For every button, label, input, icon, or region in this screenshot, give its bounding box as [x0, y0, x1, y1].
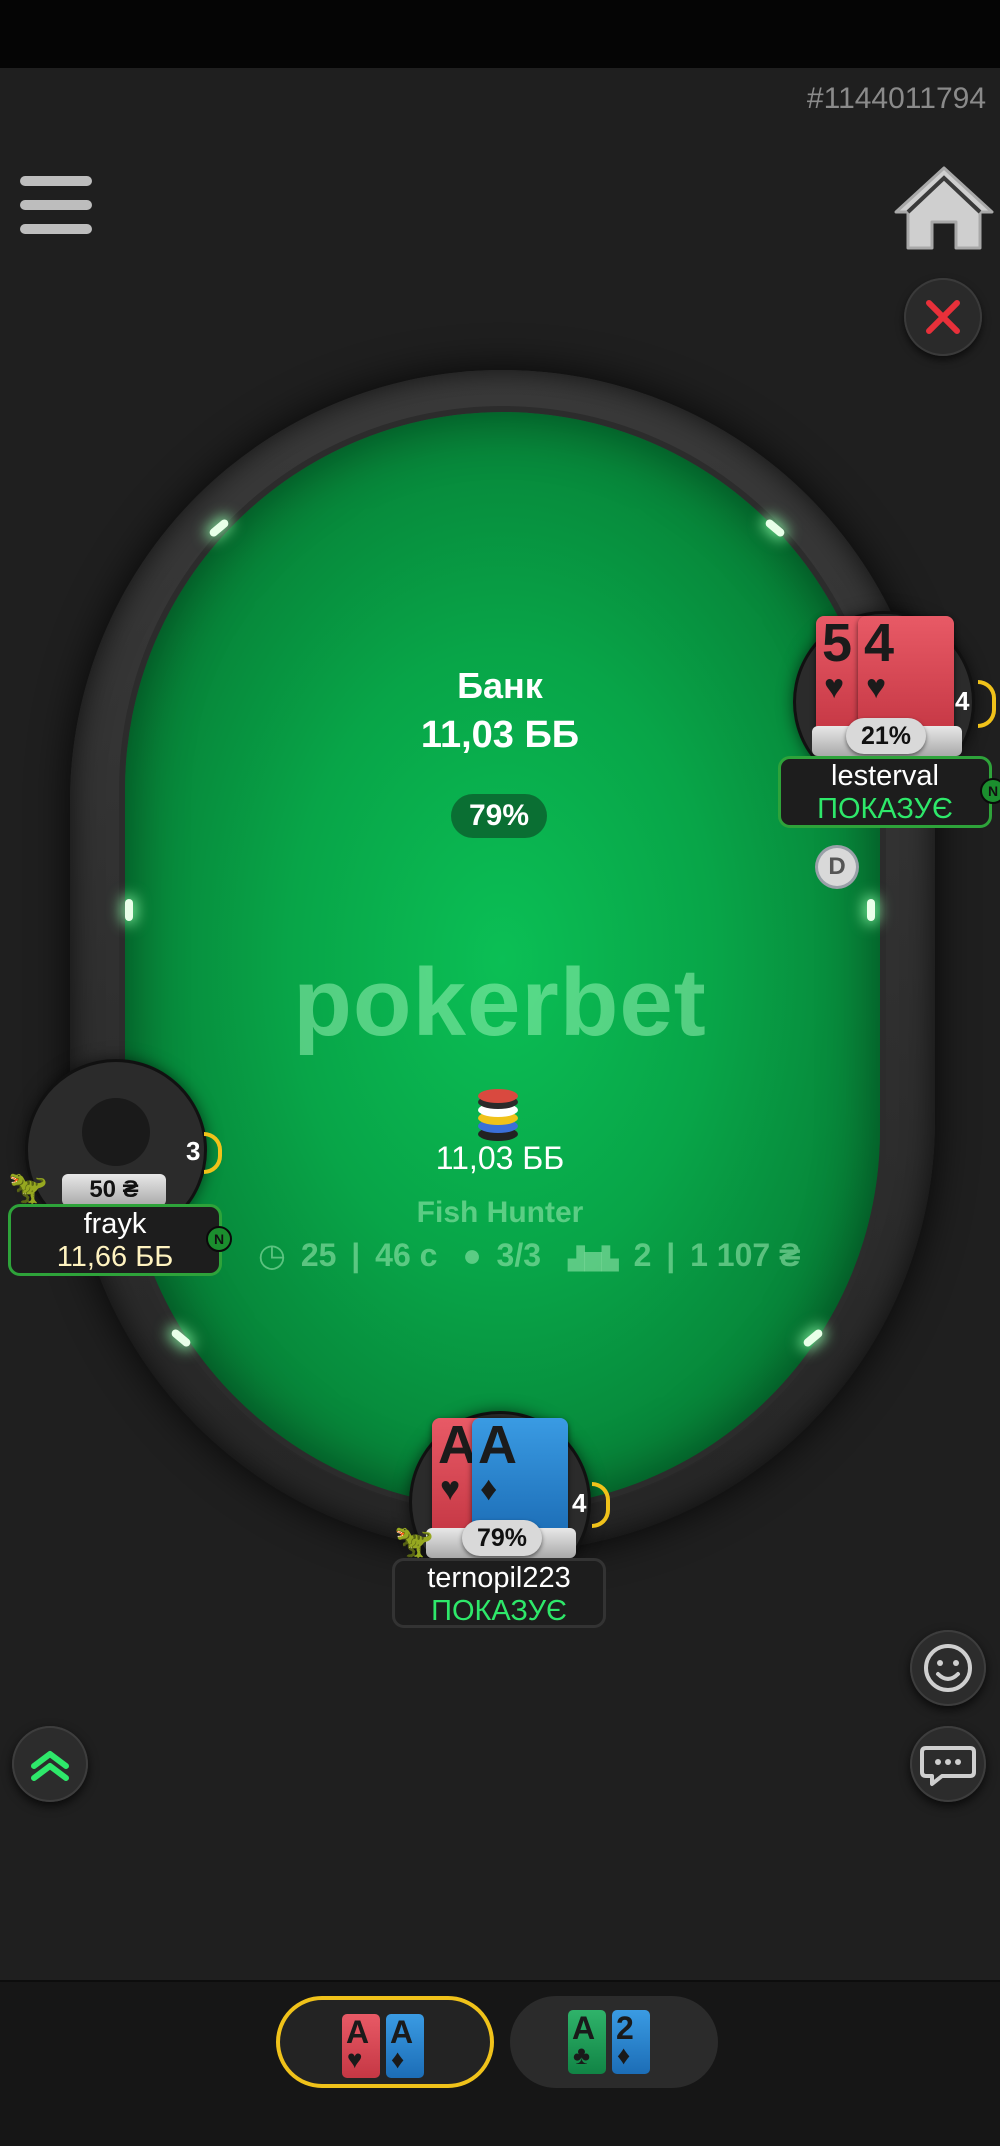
chip-stack-icon [476, 1088, 520, 1144]
player-nameplate[interactable]: ternopil223 ПОКАЗУЄ [392, 1558, 606, 1628]
rail-light [125, 899, 133, 921]
new-player-badge: N [980, 778, 1000, 804]
card-suit: ♥ [440, 1470, 461, 1508]
clock-icon: ◷ [258, 1237, 286, 1273]
hand-tab[interactable]: A ♣ 2 ♦ [510, 1996, 718, 2088]
card-suit: ♣ [573, 2040, 591, 2070]
player-nameplate[interactable]: lesterval ПОКАЗУЄ [778, 756, 992, 828]
level-time: 46 с [375, 1237, 438, 1273]
equity-badge: 79% [462, 1520, 542, 1556]
player-name: ternopil223 [427, 1562, 571, 1594]
player-name: lesterval [831, 760, 939, 792]
player-status: ПОКАЗУЄ [431, 1595, 567, 1627]
card-suit: ♦ [391, 2044, 405, 2074]
dinosaur-icon: 🦖 [394, 1523, 434, 1559]
hand-id: #1144011794 [806, 82, 986, 115]
chat-icon [920, 1746, 976, 1786]
mini-card: A ♦ [386, 2014, 424, 2078]
player-nameplate[interactable]: frayk 11,66 ББ [8, 1204, 222, 1276]
expand-button[interactable] [12, 1726, 88, 1802]
card-suit: ♦ [617, 2040, 631, 2070]
table-info: ◷ 25 | 46 с ● 3/3 ▟▆▙ 2 | 1 107 ₴ [258, 1236, 806, 1274]
player-stack: 11,66 ББ [56, 1241, 174, 1273]
chat-button[interactable] [910, 1726, 986, 1802]
timer-count: 4 [955, 686, 970, 716]
blind-level: 25 [300, 1237, 337, 1273]
rail-light [867, 899, 875, 921]
hole-card: 4 ♥ [858, 613, 954, 734]
bottom-bar: A ♥ A ♦ A ♣ 2 ♦ [0, 1980, 1000, 2146]
bet-amount: 50 ₴ [62, 1174, 166, 1206]
home-icon[interactable] [892, 162, 996, 252]
players-count: 3/3 [496, 1237, 542, 1273]
mini-card: A ♥ [342, 2014, 380, 2078]
card-rank: A [478, 1415, 517, 1475]
chevrons-up-icon [31, 1751, 69, 1781]
hole-card: A ♦ [472, 1415, 568, 1536]
new-player-badge: N [206, 1226, 232, 1252]
pot-equity-badge: 79% [451, 794, 547, 838]
close-button[interactable] [904, 278, 982, 356]
smiley-icon [924, 1644, 972, 1692]
emoji-button[interactable] [910, 1630, 986, 1706]
hand-tab-active[interactable]: A ♥ A ♦ [276, 1996, 494, 2088]
brand-logo: pokerbet [293, 949, 707, 1056]
card-rank: 5 [822, 613, 853, 673]
player-icon: ● [462, 1237, 482, 1273]
mini-card: A ♣ [568, 2010, 606, 2074]
equity-badge: 21% [846, 718, 926, 754]
timer-count: 3 [186, 1136, 201, 1166]
status-bar [0, 0, 1000, 68]
card-suit: ♥ [866, 668, 887, 706]
dealer-button: D [818, 848, 856, 886]
card-suit: ♥ [347, 2044, 363, 2074]
mini-card: 2 ♦ [612, 2010, 650, 2074]
prize-pool: 1 107 ₴ [690, 1237, 801, 1273]
separator: | [666, 1237, 676, 1273]
card-suit: ♦ [480, 1470, 498, 1508]
menu-icon[interactable] [20, 176, 92, 238]
player-status: ПОКАЗУЄ [817, 793, 953, 825]
place: 2 [633, 1237, 652, 1273]
card-rank: 4 [864, 613, 895, 673]
podium-icon: ▟▆▙ [567, 1246, 619, 1271]
close-icon [926, 300, 960, 334]
dinosaur-icon: 🦖 [8, 1169, 48, 1205]
player-name: frayk [83, 1208, 147, 1240]
card-suit: ♥ [824, 668, 845, 706]
separator: | [351, 1237, 361, 1273]
timer-count: 4 [572, 1488, 587, 1518]
